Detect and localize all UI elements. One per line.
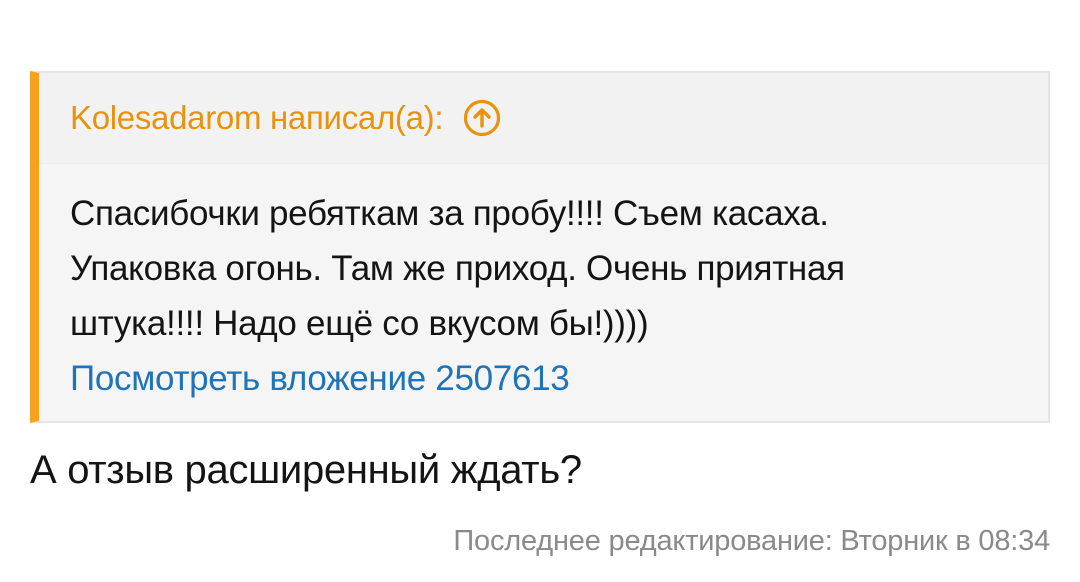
quote-text: Спасибочки ребяткам за пробу!!!! Съем ка… — [70, 194, 845, 343]
reply-text: А отзыв расширенный ждать? — [30, 448, 582, 492]
quote-body: Спасибочки ребяткам за пробу!!!! Съем ка… — [39, 164, 1048, 406]
quote-author-link[interactable]: Kolesadarom написал(а): — [70, 99, 444, 137]
last-edit-note: Последнее редактирование: Вторник в 08:3… — [453, 525, 1050, 557]
arrow-up-circle-icon[interactable] — [463, 99, 501, 137]
quote-header: Kolesadarom написал(а): — [39, 73, 1048, 164]
quote-block: Kolesadarom написал(а): Спасибочки ребят… — [30, 71, 1050, 423]
view-attachment-link[interactable]: Посмотреть вложение 2507613 — [70, 351, 570, 406]
